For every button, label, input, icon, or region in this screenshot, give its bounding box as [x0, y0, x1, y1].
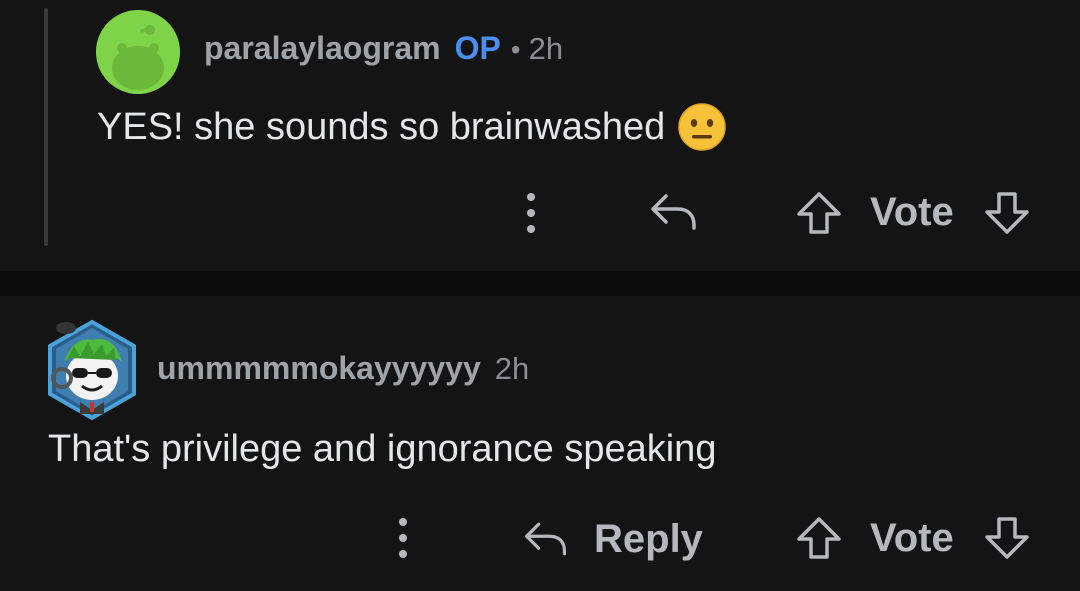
avatar[interactable] [96, 10, 180, 94]
thread-line[interactable] [44, 8, 48, 246]
comment-text: That's privilege and ignorance speaking [48, 428, 717, 470]
separator-dot: • [510, 34, 521, 65]
comment-body: YES! she sounds so brainwashed [97, 102, 727, 152]
downvote-button[interactable] [983, 190, 1031, 236]
reply-arrow-icon [525, 522, 567, 556]
comment-card-1: paralaylaogram OP • 2h YES! she sounds s… [0, 0, 1080, 271]
upvote-button[interactable] [795, 190, 843, 236]
more-vertical-icon [399, 518, 407, 558]
more-options-button[interactable] [516, 190, 546, 236]
username[interactable]: ummmmmokayyyyyy [157, 350, 481, 387]
comment-meta: paralaylaogram OP • 2h [204, 30, 563, 67]
reply-button[interactable] [648, 190, 700, 234]
upvote-arrow-icon [797, 517, 841, 559]
op-badge: OP [454, 30, 501, 66]
upvote-arrow-icon [797, 192, 841, 234]
downvote-arrow-icon [985, 192, 1029, 234]
neutral-face-icon [677, 102, 727, 152]
vote-label: Vote [870, 516, 954, 560]
reply-arrow-icon [651, 194, 696, 230]
vote-label: Vote [870, 190, 954, 234]
username[interactable]: paralaylaogram [204, 30, 441, 67]
more-options-button[interactable] [388, 515, 418, 561]
comment-body: That's privilege and ignorance speaking [48, 428, 716, 471]
downvote-arrow-icon [985, 517, 1029, 559]
downvote-button[interactable] [983, 514, 1031, 562]
timestamp: 2h [494, 351, 530, 386]
reply-label: Reply [594, 516, 703, 561]
comment-meta: ummmmmokayyyyyy 2h [157, 350, 529, 387]
timestamp: 2h [528, 31, 564, 66]
avatar[interactable] [44, 318, 140, 422]
more-vertical-icon [527, 193, 535, 233]
comment-text: YES! she sounds so brainwashed [97, 105, 666, 148]
snoo-avatar-icon [96, 10, 180, 94]
custom-avatar-icon [48, 319, 136, 421]
upvote-button[interactable] [795, 514, 843, 562]
reply-button[interactable]: Reply [522, 514, 703, 564]
